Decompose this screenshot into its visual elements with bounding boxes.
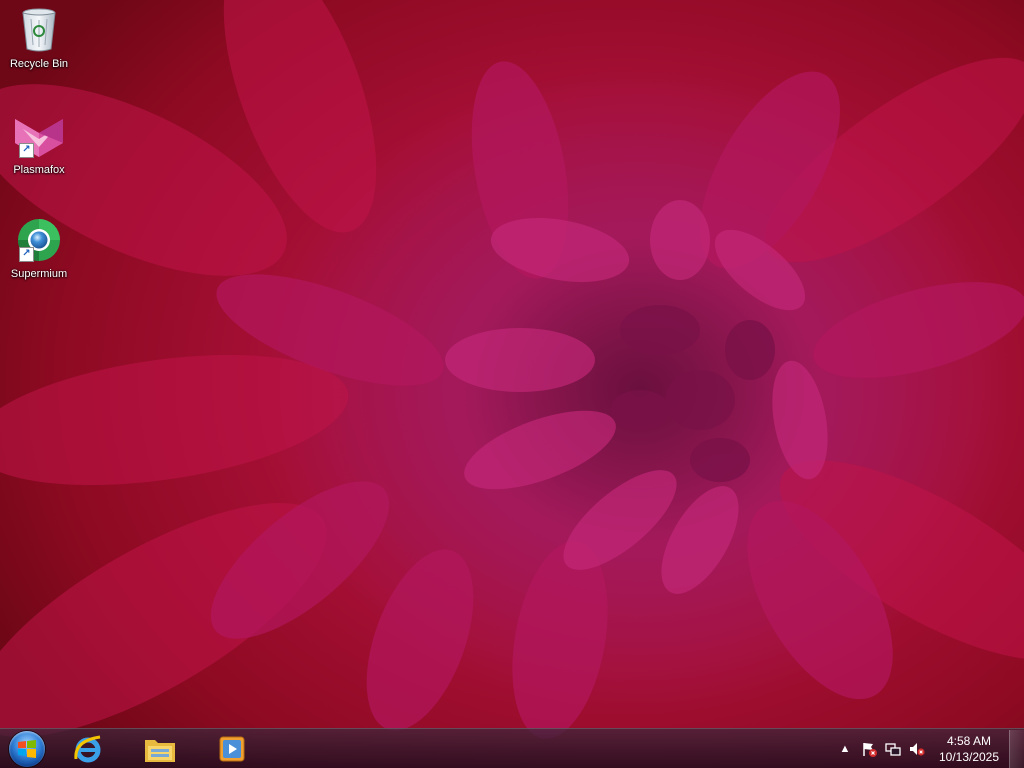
windows-logo-icon [18,739,36,758]
show-hidden-icons-arrow[interactable]: ▲ [836,740,854,758]
desktop-icon-label: Supermium [10,268,68,280]
taskbar-internet-explorer[interactable] [59,730,117,768]
media-player-icon [219,736,245,761]
desktop-icon-supermium[interactable]: ↗ Supermium [2,216,76,290]
taskbar-media-player[interactable] [203,730,261,768]
desktop-icon-label: Recycle Bin [9,58,69,70]
desktop-icon-label: Plasmafox [13,164,65,176]
volume-muted-icon[interactable] [908,740,926,758]
wallpaper-image [0,0,1024,739]
shortcut-arrow-icon: ↗ [19,247,34,262]
start-button[interactable] [9,730,45,767]
plasmafox-icon: ↗ [15,112,63,160]
shortcut-arrow-icon: ↗ [19,143,34,158]
taskbar-file-explorer[interactable] [131,730,189,768]
desktop-icon-plasmafox[interactable]: ↗ Plasmafox [2,112,76,186]
recycle-bin-icon [15,6,63,54]
system-tray: ▲ 4:58 AM 10/13/2025 [833,729,1024,768]
clock-time: 4:58 AM [946,734,992,748]
desktop: Recycle Bin ↗ Plasmafox ↗ Supermium ▲ 4:… [0,0,1024,768]
supermium-icon: ↗ [15,216,63,264]
action-center-flag-icon[interactable] [860,740,878,758]
file-explorer-icon [145,739,175,762]
show-desktop-button[interactable] [1009,729,1024,768]
internet-explorer-icon [74,735,101,762]
taskbar: ▲ 4:58 AM 10/13/2025 [0,728,1024,768]
network-icon[interactable] [884,740,902,758]
taskbar-clock[interactable]: 4:58 AM 10/13/2025 [933,733,1005,765]
clock-date: 10/13/2025 [938,750,1000,764]
desktop-icon-recycle-bin[interactable]: Recycle Bin [2,6,76,80]
